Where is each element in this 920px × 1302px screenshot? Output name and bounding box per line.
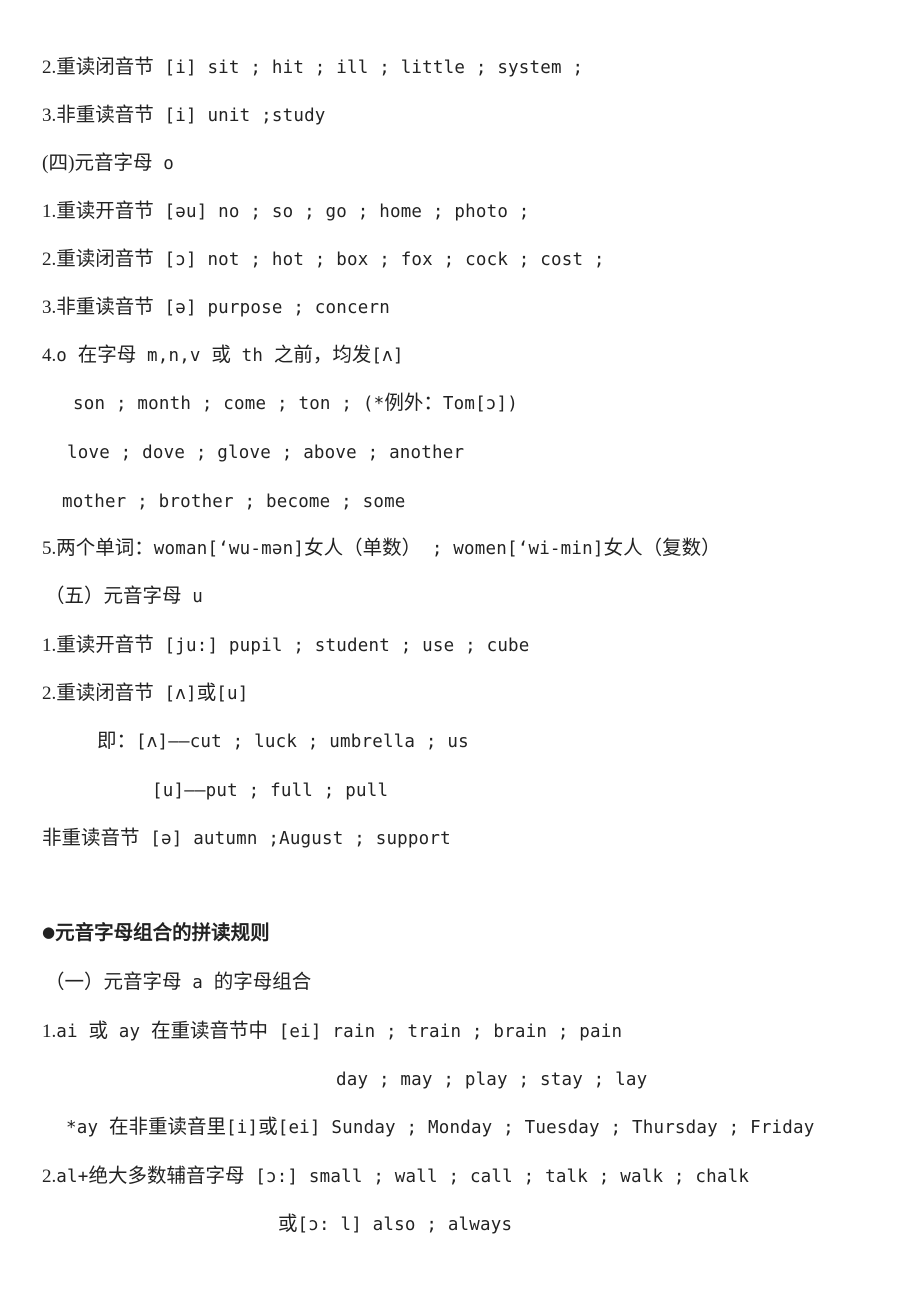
text-run: 元音字母组合的拼读规则 [55,923,270,944]
text-run: 或 [196,683,217,704]
document-page: 2.重读闭音节 [i] sit ; hit ; ill ; little ; s… [0,0,920,1302]
text-run: [i] unit ;study [153,106,326,126]
text-run: *ay [66,1118,109,1138]
text-run: [ə] autumn ;August ; support [139,829,451,849]
text-run: 2. [42,683,57,704]
text-run: [ʌ]——cut ; luck ; umbrella ; us [136,732,469,752]
text-run: 之前，均发 [273,345,372,366]
text-run: 的字母组合 [213,972,312,993]
text-run: [ei] rain ; train ; brain ; pain [267,1022,623,1042]
text-run: [əu] no ; so ; go ; home ; photo ; [153,202,530,222]
text-run: 非重读音节 [42,828,140,849]
text-line: （五）元音字母 u [45,587,203,607]
text-line: *ay 在非重读音里[i]或[ei] Sunday ; Monday ; Tue… [66,1118,815,1138]
text-run: 3. [42,297,57,318]
text-run: 重读开音节 [56,635,154,656]
text-line: 2.重读闭音节 [ɔ] not ; hot ; box ; fox ; cock… [42,250,605,270]
text-line: day ; may ; play ; stay ; lay [336,1070,647,1090]
text-line: 即：[ʌ]——cut ; luck ; umbrella ; us [97,732,469,752]
text-run: 2. [42,1166,57,1187]
text-line: 2.al+绝大多数辅音字母 [ɔ:] small ; wall ; call ;… [42,1167,749,1187]
text-run: 在字母 [77,345,137,366]
section-heading: ●元音字母组合的拼读规则 [42,924,270,944]
text-run: 或 [88,1021,108,1042]
text-run: 在非重读音里 [108,1117,226,1138]
text-run: 女人（复数） [603,538,721,559]
text-run: o [56,346,78,366]
text-run: [ei] Sunday ; Monday ; Tuesday ; Thursda… [277,1118,815,1138]
text-run: [ʌ] [153,684,197,704]
text-run: love ; dove ; glove ; above ; another [67,443,465,463]
text-run: 在重读音节中 [150,1021,268,1042]
text-run: Tom[ɔ]) [442,394,519,414]
text-line: mother ; brother ; become ; some [62,492,406,512]
text-line: 3.非重读音节 [i] unit ;study [42,106,326,126]
text-line: 非重读音节 [ə] autumn ;August ; support [42,829,451,849]
text-run: 即： [97,731,137,752]
text-run: 重读闭音节 [56,57,154,78]
text-run: m,n,v [136,346,212,366]
text-run: mother ; brother ; become ; some [62,492,406,512]
text-run: 1. [42,201,57,222]
text-run: 2. [42,249,57,270]
text-run: [ɔ: l] also ; always [297,1215,513,1235]
text-line: （一）元音字母 a 的字母组合 [45,973,311,993]
text-run: [i] sit ; hit ; ill ; little ; system ; [153,58,584,78]
text-run: 或 [278,1214,298,1235]
text-run: [i] [225,1118,259,1138]
text-run: 例外： [384,393,443,414]
text-run: 4. [42,345,57,366]
text-run: [ɔ] not ; hot ; box ; fox ; cock ; cost … [153,250,605,270]
text-run: 两个单词： [56,538,154,559]
text-line: 1.重读开音节 [ju:] pupil ; student ; use ; cu… [42,636,530,656]
text-run: 或 [211,345,231,366]
text-run: 非重读音节 [56,105,154,126]
text-run: 5. [42,538,57,559]
text-run: [u]——put ; full ; pull [152,781,389,801]
text-run: al+ [56,1167,89,1187]
text-run: [ju:] pupil ; student ; use ; cube [153,636,530,656]
text-line: 1.重读开音节 [əu] no ; so ; go ; home ; photo… [42,202,530,222]
text-run: [u] [216,684,249,704]
text-run: [ɔ:] small ; wall ; call ; talk ; walk ;… [244,1167,750,1187]
text-run: 重读闭音节 [56,249,154,270]
text-run: 绝大多数辅音字母 [88,1166,245,1187]
text-line: 3.非重读音节 [ə] purpose ; concern [42,298,390,318]
text-run: ay [107,1022,151,1042]
text-run: ● [42,923,56,941]
text-run: （五）元音字母 [45,586,182,607]
text-run: 3. [42,105,57,126]
text-run: [ʌ] [371,346,404,366]
text-run: son ; month ; come ; ton ; (* [73,394,385,414]
text-line: 2.重读闭音节 [i] sit ; hit ; ill ; little ; s… [42,58,583,78]
text-run: ai [56,1022,89,1042]
text-run: [ə] purpose ; concern [153,298,390,318]
text-run: 重读闭音节 [56,683,154,704]
text-run: 或 [258,1117,278,1138]
text-run: o [152,154,174,174]
text-run: a [181,973,214,993]
text-line: son ; month ; come ; ton ; (*例外：Tom[ɔ]) [73,394,518,414]
text-run: 女人（单数） [304,538,422,559]
text-run: (四)元音字母 [42,153,153,174]
text-line: 5.两个单词：woman[‘wu-mən]女人（单数） ; women[‘wi-… [42,539,721,559]
text-run: u [181,587,203,607]
text-line: (四)元音字母 o [42,154,174,174]
text-run: 重读开音节 [56,201,154,222]
text-run: （一）元音字母 [45,972,182,993]
text-line: 1.ai 或 ay 在重读音节中 [ei] rain ; train ; bra… [42,1022,622,1042]
text-line: love ; dove ; glove ; above ; another [67,443,464,463]
text-line: [u]——put ; full ; pull [152,781,388,801]
text-run: day ; may ; play ; stay ; lay [336,1070,648,1090]
text-run: 1. [42,1021,57,1042]
text-run: 2. [42,57,57,78]
text-run: ; women[‘wi-min] [421,539,604,559]
text-run: 非重读音节 [56,297,154,318]
text-line: 4.o 在字母 m,n,v 或 th 之前，均发[ʌ] [42,346,404,366]
text-line: 2.重读闭音节 [ʌ]或[u] [42,684,248,704]
text-line: 或[ɔ: l] also ; always [278,1215,512,1235]
text-run: th [230,346,274,366]
text-run: 1. [42,635,57,656]
text-run: woman[‘wu-mən] [153,539,305,559]
